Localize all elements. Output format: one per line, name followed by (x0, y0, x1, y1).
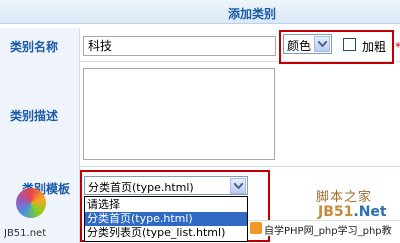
watermark-domain-tld: .Net (353, 204, 387, 220)
template-option[interactable]: 请选择 (85, 198, 247, 212)
chevron-down-icon (234, 183, 243, 189)
color-select-value: 颜色 (287, 39, 312, 53)
php-logo-icon (250, 222, 262, 234)
form-title: 添加类别 (228, 7, 277, 21)
bold-label: 加粗 (362, 40, 387, 54)
template-option-highlighted[interactable]: 分类首页(type.html) (85, 212, 247, 226)
color-select[interactable]: 颜色 (283, 34, 332, 54)
color-select-arrow[interactable] (314, 36, 330, 52)
watermark-site-name: 脚本之家 (316, 190, 373, 205)
form-header (0, 0, 400, 24)
template-option[interactable]: 分类列表页(type_list.html) (85, 226, 247, 240)
description-label: 类别描述 (10, 109, 59, 123)
template-select-value: 分类首页(type.html) (88, 181, 194, 194)
template-select-arrow[interactable] (230, 178, 246, 194)
description-label-cell: 类别描述 (0, 61, 80, 166)
category-name-input[interactable]: 科技 (83, 36, 276, 56)
site-logo-icon (16, 188, 46, 218)
bold-checkbox[interactable] (343, 38, 356, 51)
required-mark: * (395, 40, 400, 54)
name-label-cell: 类别名称 (0, 28, 80, 61)
logo-caption: JB51.net (4, 228, 47, 239)
watermark-php-text: 自学PHP网_php学习_php教 (264, 226, 392, 237)
chevron-down-icon (318, 41, 327, 47)
template-select[interactable]: 分类首页(type.html) (84, 176, 248, 195)
name-label: 类别名称 (10, 40, 59, 54)
template-dropdown-list: 请选择 分类首页(type.html) 分类列表页(type_list.html… (84, 196, 248, 242)
watermark-domain-name: JB51 (318, 204, 354, 220)
watermark-site-domain: JB51.Net (318, 204, 387, 220)
category-description-textarea[interactable] (83, 68, 275, 160)
